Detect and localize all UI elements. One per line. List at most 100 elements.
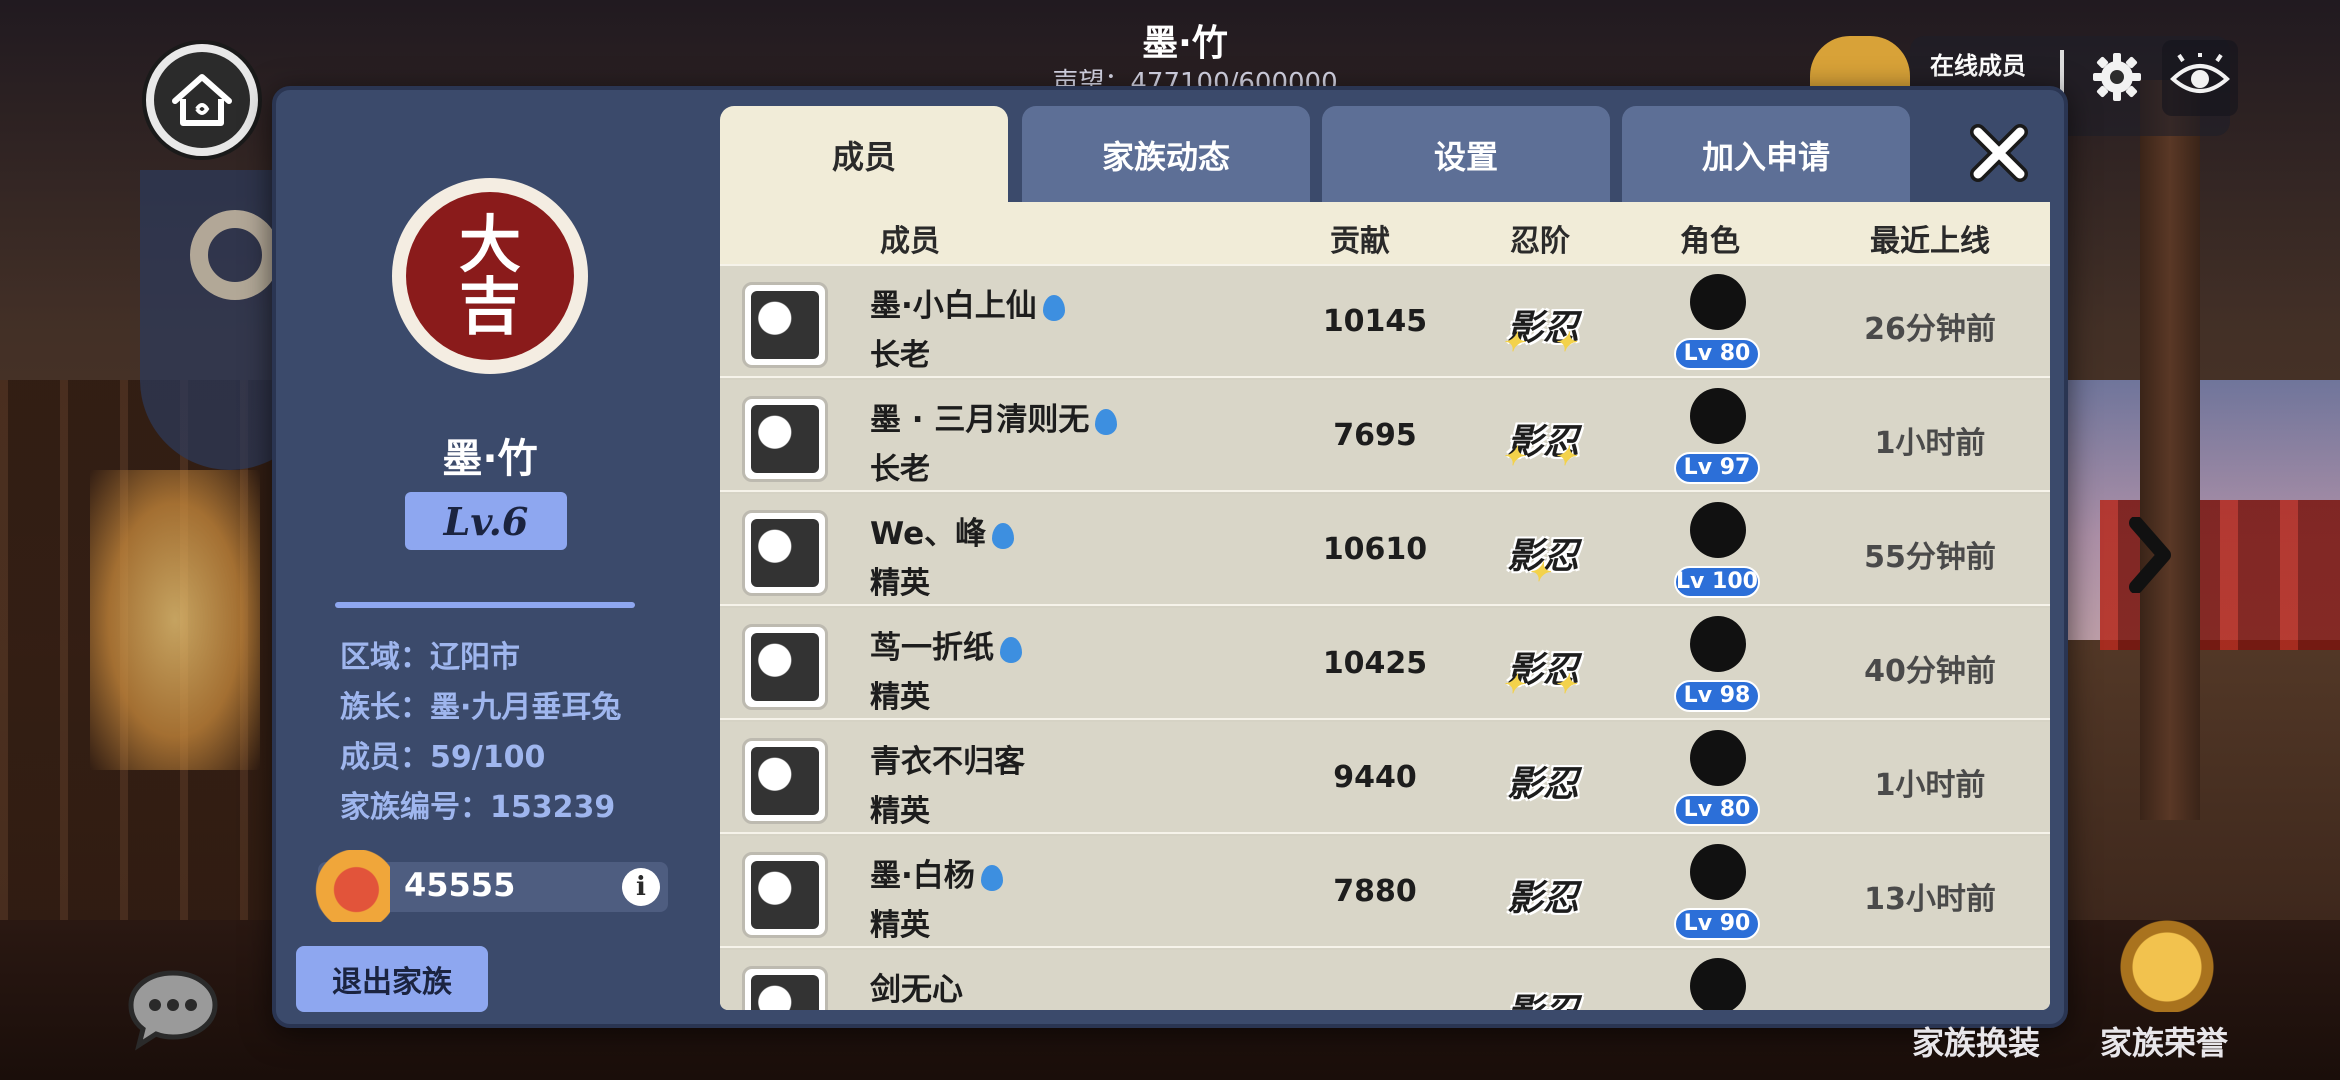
family-region: 区域：辽阳市 (340, 640, 520, 675)
member-role: 精英 (870, 794, 930, 829)
member-avatar[interactable] (742, 852, 828, 938)
chat-bubble-icon (128, 970, 218, 1051)
ninja-rank-text: 影忍 (1506, 763, 1579, 805)
info-divider (335, 602, 635, 608)
family-funds-value: 45555 (404, 866, 516, 904)
settings-button[interactable] (2082, 42, 2152, 112)
ninja-rank-text: 影忍 (1506, 877, 1579, 919)
family-id: 家族编号：153239 (340, 790, 616, 825)
member-avatar[interactable] (742, 966, 828, 1010)
member-contribution: 10425 (1322, 646, 1428, 681)
table-row[interactable]: 茑一折纸 精英 10425 影忍 ✦ ✦ Lv 98 40分钟前 (720, 608, 2050, 720)
character-portrait: Lv 80 (1670, 726, 1760, 830)
member-role: 精英 (870, 680, 930, 715)
member-avatar[interactable] (742, 738, 828, 824)
tab-family-activity[interactable]: 家族动态 (1022, 106, 1310, 204)
member-name: 墨·白杨 (870, 850, 1003, 895)
ninja-rank-icon: 影忍 ✦ ✦ (1498, 404, 1588, 474)
tab-join-requests[interactable]: 加入申请 (1622, 106, 1910, 204)
member-name: 茑一折纸 (870, 622, 1022, 667)
ninja-rank-icon: 影忍 ✦ ✦ (1498, 632, 1588, 702)
table-row[interactable]: 青衣不归客 精英 9440 影忍 Lv 80 1小时前 (720, 722, 2050, 834)
member-contribution: 10610 (1322, 532, 1428, 567)
character-portrait (1670, 954, 1760, 1010)
member-contribution: 7695 (1333, 418, 1417, 453)
member-avatar[interactable] (742, 282, 828, 368)
table-row[interactable]: We、峰 精英 10610 影忍 ✦ Lv 100 55分钟前 (720, 494, 2050, 606)
member-name: 墨·小白上仙 (870, 280, 1065, 325)
character-level: Lv 100 (1674, 566, 1760, 598)
ninja-rank-text: 影忍 (1507, 983, 1579, 1010)
tab-settings[interactable]: 设置 (1322, 106, 1610, 204)
family-member-count: 成员：59/100 (340, 740, 546, 775)
exit-family-button[interactable]: 退出家族 (296, 946, 488, 1012)
character-level: Lv 80 (1674, 338, 1760, 370)
member-avatar[interactable] (742, 624, 828, 710)
verified-icon (992, 522, 1015, 549)
header-ninja-rank: 忍阶 (1510, 224, 1570, 259)
member-contribution: 7880 (1333, 874, 1417, 909)
table-header: 成员 贡献 忍阶 角色 最近上线 (720, 202, 2050, 264)
next-page-button[interactable] (2120, 510, 2180, 600)
family-exchange-button[interactable]: 家族换装 (1912, 1018, 2040, 1064)
header-last-online: 最近上线 (1870, 224, 1990, 259)
member-name: 墨 · 三月清则无 (870, 394, 1118, 439)
member-role: 精英 (870, 908, 930, 943)
home-icon (172, 74, 232, 126)
character-portrait: Lv 80 (1670, 270, 1760, 374)
character-portrait: Lv 100 (1670, 498, 1760, 602)
character-level: Lv 90 (1674, 908, 1760, 940)
family-leader: 族长：墨·九月垂耳兔 (340, 690, 622, 725)
member-role: 长老 (870, 338, 930, 373)
member-role: 精英 (870, 566, 930, 601)
member-contribution: 10145 (1322, 304, 1428, 339)
table-row[interactable]: 墨 · 三月清则无 长老 7695 影忍 ✦ ✦ Lv 97 1小时前 (720, 380, 2050, 492)
hud-divider (2060, 50, 2064, 94)
close-icon (1970, 124, 2028, 182)
member-avatar[interactable] (742, 396, 828, 482)
chat-button[interactable] (124, 966, 222, 1052)
background-banner-ring (190, 210, 280, 300)
member-name: We、峰 (870, 508, 1015, 553)
member-last-online: 1小时前 (1874, 426, 1986, 461)
table-row[interactable]: 墨·小白上仙 长老 10145 影忍 ✦ ✦ Lv 80 26分钟前 (720, 266, 2050, 378)
online-members-label: 在线成员 (1930, 52, 2026, 80)
character-level: Lv 98 (1674, 680, 1760, 712)
coin-bag-icon (306, 850, 390, 922)
visibility-button[interactable] (2162, 40, 2238, 116)
table-row[interactable]: 墨·白杨 精英 7880 影忍 Lv 90 13小时前 (720, 836, 2050, 948)
header-contribution: 贡献 (1330, 224, 1390, 259)
verified-icon (980, 864, 1003, 891)
member-name: 青衣不归客 (870, 744, 1025, 780)
member-table[interactable]: 成员 贡献 忍阶 角色 最近上线 墨·小白上仙 长老 10145 影忍 ✦ ✦ Lv… (720, 202, 2050, 1010)
member-last-online: 13小时前 (1864, 882, 1996, 917)
chevron-right-icon (2129, 517, 2171, 593)
family-name: 墨·竹 (442, 436, 538, 482)
funds-info-button[interactable]: i (622, 868, 660, 906)
home-button[interactable] (146, 44, 258, 156)
verified-icon (1095, 408, 1118, 435)
table-row[interactable]: 剑无心 影忍 (720, 950, 2050, 1010)
emblem-char-2: 吉 (458, 270, 521, 343)
family-emblem: 大 吉 (392, 178, 588, 374)
member-last-online: 1小时前 (1874, 768, 1986, 803)
ninja-rank-icon: 影忍 (1498, 746, 1588, 816)
family-honor-button[interactable]: 家族荣誉 (2100, 1018, 2228, 1064)
ninja-rank-icon: 影忍 ✦ (1498, 518, 1588, 588)
member-avatar[interactable] (742, 510, 828, 596)
family-emblem-inner: 大 吉 (406, 192, 574, 360)
member-contribution: 9440 (1333, 760, 1417, 795)
close-button[interactable] (1964, 118, 2034, 188)
ninja-rank-icon: 影忍 (1498, 974, 1588, 1010)
emblem-char-1: 大 (458, 208, 521, 281)
member-last-online: 26分钟前 (1864, 312, 1996, 347)
tab-members[interactable]: 成员 (720, 106, 1008, 204)
header-character: 角色 (1680, 224, 1740, 259)
member-last-online: 55分钟前 (1864, 540, 1996, 575)
trophy-icon[interactable] (2112, 912, 2222, 1012)
family-level-badge: Lv.6 (405, 492, 567, 550)
member-last-online: 40分钟前 (1864, 654, 1996, 689)
header-member: 成员 (880, 224, 940, 259)
background-pillar (2140, 80, 2200, 820)
character-level: Lv 97 (1674, 452, 1760, 484)
